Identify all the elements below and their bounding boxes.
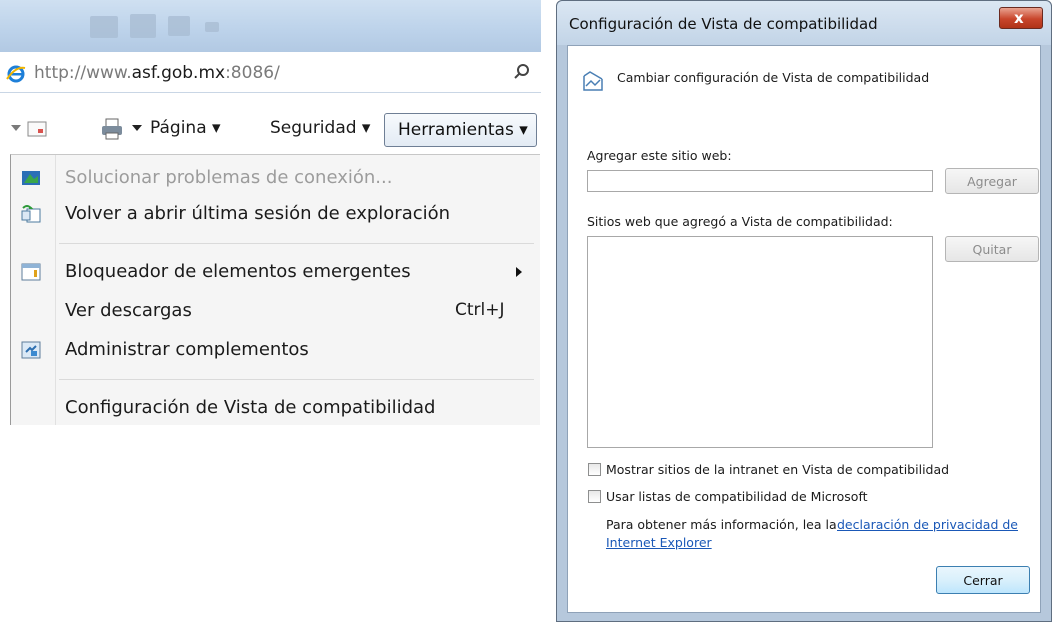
add-site-input[interactable] (587, 170, 933, 192)
dialog-header-text: Cambiar configuración de Vista de compat… (617, 70, 930, 85)
url-suffix: :8086/ (225, 63, 280, 83)
menu-item-compat-view-settings[interactable]: Configuración de Vista de compatibilidad (11, 391, 539, 425)
tools-menu-button[interactable]: Herramientas ▾ (384, 113, 537, 147)
search-icon[interactable] (513, 63, 531, 81)
mail-icon[interactable] (27, 120, 47, 138)
menu-item-view-downloads[interactable]: Ver descargas Ctrl+J (11, 294, 539, 330)
add-site-label: Agregar este sitio web: (587, 148, 732, 163)
close-button-label: Cerrar (963, 573, 1003, 588)
url-domain: asf.gob.mx (131, 63, 226, 83)
dialog-title-bar[interactable]: Configuración de Vista de compatibilidad… (557, 1, 1051, 45)
address-bar[interactable]: http://www.asf.gob.mx:8086/ (0, 54, 541, 93)
feeds-dropdown-arrow-icon[interactable] (11, 125, 21, 133)
menu-item-label: Solucionar problemas de conexión... (65, 167, 393, 188)
reopen-session-icon (21, 205, 41, 223)
close-icon: x (1014, 9, 1024, 27)
dialog-body: Cambiar configuración de Vista de compat… (567, 45, 1041, 613)
menu-item-shortcut: Ctrl+J (455, 300, 505, 320)
intranet-checkbox[interactable] (588, 463, 601, 476)
menu-item-label: Volver a abrir última sesión de explorac… (65, 203, 451, 224)
intranet-checkbox-label[interactable]: Mostrar sitios de la intranet en Vista d… (606, 462, 949, 477)
print-icon[interactable] (100, 118, 124, 140)
dialog-close-button[interactable]: x (999, 7, 1043, 29)
tools-menu: Solucionar problemas de conexión... Volv… (10, 154, 540, 425)
url-prefix: http://www. (34, 63, 132, 83)
ie-logo-icon (6, 65, 26, 83)
privacy-link[interactable]: declaración de privacidad de (837, 517, 1018, 532)
add-button[interactable]: Agregar (945, 168, 1039, 194)
menu-item-label: Ver descargas (65, 300, 192, 321)
ie-browser-window: http://www.asf.gob.mx:8086/ Página ▾ Seg… (0, 0, 541, 425)
tools-menu-label: Herramientas ▾ (398, 120, 528, 140)
menu-separator (59, 379, 534, 380)
menu-separator (59, 243, 534, 244)
close-button[interactable]: Cerrar (936, 566, 1030, 594)
popup-blocker-icon (21, 263, 41, 281)
print-dropdown-arrow-icon[interactable] (132, 125, 142, 133)
sites-list-label: Sitios web que agregó a Vista de compati… (587, 214, 893, 229)
menu-item-label: Administrar complementos (65, 339, 309, 360)
manage-addons-icon (21, 341, 41, 359)
menu-item-fix-connection[interactable]: Solucionar problemas de conexión... (11, 161, 539, 197)
compat-view-dialog: Configuración de Vista de compatibilidad… (556, 0, 1052, 622)
menu-item-label: Bloqueador de elementos emergentes (65, 261, 411, 282)
menu-item-label: Configuración de Vista de compatibilidad (65, 397, 436, 418)
dialog-title: Configuración de Vista de compatibilidad (569, 15, 878, 33)
submenu-arrow-icon (516, 267, 522, 277)
menu-item-manage-addons[interactable]: Administrar complementos (11, 333, 539, 369)
remove-button-label: Quitar (972, 242, 1012, 257)
url-text[interactable]: http://www.asf.gob.mx:8086/ (34, 63, 280, 83)
browser-title-bar (0, 0, 541, 52)
microsoft-lists-checkbox-label[interactable]: Usar listas de compatibilidad de Microso… (606, 489, 868, 504)
privacy-link-continued[interactable]: Internet Explorer (606, 535, 712, 550)
menu-item-popup-blocker[interactable]: Bloqueador de elementos emergentes (11, 255, 539, 291)
page-menu-button[interactable]: Página ▾ (150, 118, 221, 138)
remove-button[interactable]: Quitar (945, 236, 1039, 262)
security-menu-button[interactable]: Seguridad ▾ (270, 118, 370, 138)
compat-sites-list[interactable] (587, 236, 933, 448)
info-text: Para obtener más información, lea la (606, 517, 837, 532)
menu-item-reopen-session[interactable]: Volver a abrir última sesión de explorac… (11, 197, 539, 233)
microsoft-lists-checkbox[interactable] (588, 490, 601, 503)
add-button-label: Agregar (967, 174, 1017, 189)
compat-view-icon (583, 71, 603, 91)
network-diagnostics-icon (22, 171, 40, 185)
